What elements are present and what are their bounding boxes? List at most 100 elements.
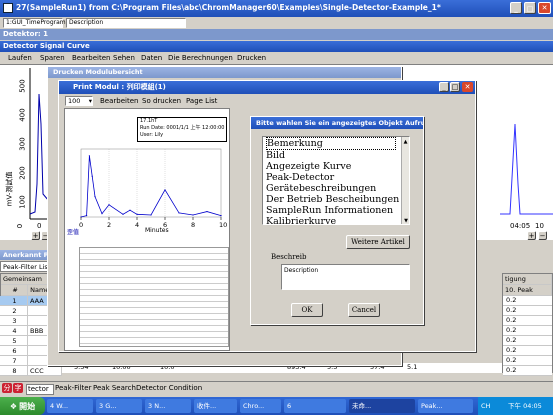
object-list-item[interactable]: Der Betrieb Bescheibungen — [266, 194, 409, 205]
description-combo[interactable]: Description — [66, 18, 186, 28]
bottom-tabs: 分 字 tector Peak-Filter Peak Search Detec… — [0, 381, 553, 395]
ime-icon[interactable]: 字 — [13, 383, 23, 393]
detector-header: Detektor: 1 — [0, 29, 553, 40]
object-list-item[interactable]: SampleRun Informationen — [266, 205, 409, 216]
object-list-item[interactable]: Peak-Detector — [266, 172, 409, 183]
taskbar-button[interactable]: Peak... — [418, 399, 473, 413]
row-number: 6 — [0, 346, 28, 356]
cancel-button[interactable]: Cancel — [348, 303, 380, 317]
ime-icon[interactable]: 分 — [2, 383, 12, 393]
data-point — [101, 213, 103, 215]
right-x-tick: 10 — [535, 222, 544, 230]
run-combo[interactable]: 1:GUI_TimeProgram — [3, 18, 66, 28]
page-header-box: 17.1hT Run Date: 0001/1/1 上午 12:00:00 Us… — [137, 117, 227, 142]
object-list-item[interactable]: Angezeigte Kurve — [266, 161, 409, 172]
taskbar-button-label: 3 G... — [99, 402, 117, 410]
menu-item-berechnungen[interactable]: Die Berechnungen — [168, 52, 233, 64]
clock: 下午 04:05 — [508, 402, 542, 410]
menu-item-laufen[interactable]: Laufen — [8, 52, 32, 64]
object-list-item[interactable]: Bild — [266, 150, 409, 161]
data-point — [88, 155, 90, 157]
data-point — [220, 215, 222, 217]
row-number: 2 — [0, 306, 28, 316]
object-list[interactable]: Bemerkung Bild Angezeigte Kurve Peak-Detect… — [262, 136, 410, 225]
maximize-button[interactable]: □ — [524, 2, 536, 14]
object-list-item[interactable]: Gerätebeschreibungen — [266, 183, 409, 194]
peak-name: CCC — [28, 366, 62, 376]
row-val: 5.1 — [407, 363, 418, 371]
taskbar-button-label: 4 W... — [50, 402, 69, 410]
select-object-dialog: Bitte wahlen Sie ein angezeigtes Objekt … — [250, 116, 424, 325]
print-close-button[interactable]: ✕ — [462, 82, 473, 92]
taskbar-button-label: Peak... — [421, 402, 443, 410]
minimize-button[interactable]: _ — [510, 2, 522, 14]
tab-detector[interactable]: tector — [26, 384, 54, 395]
object-list-item[interactable]: Kalibrierkurve — [266, 216, 409, 224]
right-table-cell: 0.2 — [503, 296, 552, 306]
print-menu-so-drucken[interactable]: So drucken — [142, 97, 181, 105]
menu-item-daten[interactable]: Daten — [141, 52, 162, 64]
main-menu: Laufen Sparen Bearbeiten Sehen Daten Die… — [0, 52, 553, 64]
preview-chart-ylabel: 歪值 — [67, 229, 80, 236]
x-tick-label: 0 — [79, 221, 83, 229]
close-button[interactable]: ✕ — [538, 2, 551, 14]
right-table-cell: 0.2 — [503, 316, 552, 326]
taskbar-button-label: 未命... — [352, 402, 372, 410]
description-label: Beschreib — [271, 253, 307, 261]
menu-item-sehen[interactable]: Sehen — [113, 52, 135, 64]
tab-peak-filter[interactable]: Peak-Filter — [55, 384, 91, 392]
data-point — [86, 215, 88, 217]
print-menu-bearbeiten[interactable]: Bearbeiten — [100, 97, 138, 105]
row-number: 4 — [0, 326, 28, 336]
start-button[interactable]: ❖ 開始 — [0, 397, 45, 415]
preview-chart: 0 2 4 6 8 10 — [79, 148, 227, 229]
description-field[interactable]: Description — [281, 264, 410, 290]
right-zoom-in-icon[interactable]: + — [527, 231, 536, 240]
menu-item-sparen[interactable]: Sparen — [40, 52, 65, 64]
data-point — [94, 196, 96, 198]
taskbar-button[interactable]: 未命... — [349, 399, 415, 413]
scroll-up-icon[interactable]: ▲ — [402, 137, 409, 145]
menu-item-bearbeiten[interactable]: Bearbeiten — [72, 52, 110, 64]
taskbar-button[interactable]: Chro... — [240, 399, 281, 413]
right-table-cell: 0.2 — [503, 346, 552, 356]
data-point — [91, 175, 93, 177]
x-tick-label: 2 — [107, 221, 111, 229]
taskbar-button[interactable]: 收件... — [194, 399, 237, 413]
ok-button[interactable]: OK — [291, 303, 323, 317]
more-items-button[interactable]: Weitere Artikel — [346, 235, 410, 249]
signal-curve-title: Detector Signal Curve — [0, 41, 553, 52]
page-header-line: 17.1hT — [140, 118, 158, 124]
taskbar-button[interactable]: 4 W... — [47, 399, 93, 413]
taskbar-button[interactable]: 3 G... — [96, 399, 142, 413]
right-table-cell: 0.2 — [503, 336, 552, 346]
x-tick: 0 — [37, 222, 42, 230]
right-x-tick: 04:05 — [510, 222, 531, 230]
taskbar-button[interactable]: 3 N... — [145, 399, 191, 413]
right-table-cell: 0.2 — [503, 326, 552, 336]
taskbar: ❖ 開始 4 W... 3 G... 3 N... 收件... Chro... 6 未命...… — [0, 397, 553, 415]
print-minimize-button[interactable]: _ — [439, 82, 449, 92]
preview-chart-xlabel: Minutes — [145, 227, 169, 234]
tab-detector-condition[interactable]: Detector Condition — [136, 384, 202, 392]
object-items: Bemerkung Bild Angezeigte Kurve Peak-Detect… — [263, 137, 409, 224]
object-list-item[interactable]: Bemerkung — [266, 137, 396, 150]
taskbar-button-label: 收件... — [197, 402, 217, 410]
taskbar-button[interactable]: 6 — [284, 399, 346, 413]
menu-item-drucken[interactable]: Drucken — [237, 52, 266, 64]
list-scrollbar[interactable]: ▲ ▼ — [401, 137, 409, 224]
tab-peak-search[interactable]: Peak Search — [93, 384, 136, 392]
row-number: 7 — [0, 356, 28, 366]
zoom-combo[interactable]: 100 ▾ — [65, 96, 93, 106]
print-menu-page-list[interactable]: Page List — [186, 97, 217, 105]
zoom-in-icon[interactable]: + — [31, 231, 40, 240]
x-tick-label: 8 — [191, 221, 195, 229]
right-zoom-out-icon[interactable]: − — [538, 231, 547, 240]
print-maximize-button[interactable]: □ — [450, 82, 460, 92]
toolbar: 1:GUI_TimeProgram Description — [0, 17, 553, 29]
right-table-cell: 0.2 — [503, 356, 552, 366]
lang-indicator[interactable]: CH — [481, 402, 490, 410]
scroll-down-icon[interactable]: ▼ — [402, 216, 409, 224]
table-row[interactable]: 8 CCC — [0, 366, 62, 376]
row-number: 8 — [0, 366, 28, 376]
